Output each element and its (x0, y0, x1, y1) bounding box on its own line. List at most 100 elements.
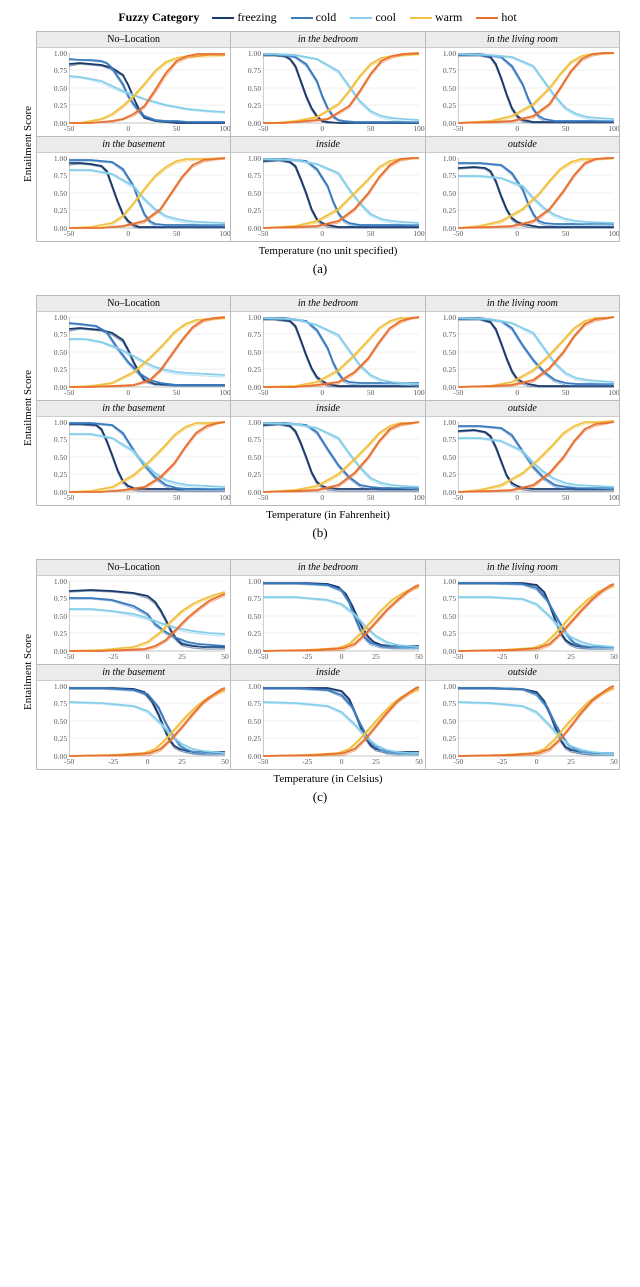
svg-text:0.25: 0.25 (443, 366, 457, 374)
svg-text:100: 100 (219, 125, 230, 133)
svg-text:50: 50 (367, 125, 375, 133)
panel-c-outside: outside 1.00 0.75 (426, 665, 620, 770)
panel-a-inside: inside 1.00 0.75 (231, 137, 425, 242)
svg-text:1.00: 1.00 (248, 50, 262, 58)
svg-text:1.00: 1.00 (54, 155, 68, 163)
panel-header-a-basement: in the basement (37, 137, 230, 153)
svg-text:0.25: 0.25 (54, 207, 68, 215)
svg-text:0.50: 0.50 (54, 613, 68, 621)
svg-text:50: 50 (416, 758, 424, 766)
svg-text:0: 0 (515, 389, 519, 397)
svg-text:-25: -25 (108, 653, 118, 661)
svg-text:1.00: 1.00 (443, 155, 457, 163)
legend-item-hot: hot (476, 10, 516, 25)
svg-text:0.50: 0.50 (248, 85, 262, 93)
svg-text:0.25: 0.25 (54, 366, 68, 374)
panel-header-c-basement: in the basement (37, 665, 230, 681)
legend-title: Fuzzy Category (118, 10, 199, 25)
svg-text:1.00: 1.00 (54, 50, 68, 58)
svg-text:50: 50 (173, 230, 181, 238)
svg-text:50: 50 (173, 125, 181, 133)
svg-text:100: 100 (414, 230, 425, 238)
svg-text:50: 50 (367, 230, 375, 238)
svg-text:0.75: 0.75 (248, 172, 262, 180)
svg-text:0: 0 (126, 125, 130, 133)
legend: Fuzzy Category freezing cold cool warm h… (20, 10, 620, 25)
svg-text:0.75: 0.75 (248, 331, 262, 339)
svg-text:0.75: 0.75 (248, 436, 262, 444)
svg-text:50: 50 (562, 125, 570, 133)
svg-text:0: 0 (515, 125, 519, 133)
svg-text:0: 0 (340, 758, 344, 766)
svg-text:0.50: 0.50 (54, 718, 68, 726)
svg-text:0.50: 0.50 (443, 613, 457, 621)
svg-text:-50: -50 (64, 230, 74, 238)
legend-item-freezing: freezing (212, 10, 276, 25)
panel-header-c-outside: outside (426, 665, 619, 681)
panel-c-basement: in the basement 1.00 (37, 665, 231, 770)
svg-text:0.75: 0.75 (54, 595, 68, 603)
svg-text:-50: -50 (259, 758, 269, 766)
panel-header-b-no-location: No–Location (37, 296, 230, 312)
panel-body-a-living-room: 1.00 0.75 0.50 0.25 0.00 -50 0 50 100 (426, 48, 619, 136)
svg-text:0.50: 0.50 (248, 454, 262, 462)
svg-text:0: 0 (126, 230, 130, 238)
svg-text:0: 0 (126, 494, 130, 502)
svg-text:1.00: 1.00 (248, 683, 262, 691)
svg-text:100: 100 (414, 494, 425, 502)
panel-a-outside: outside 1.00 0.75 (426, 137, 620, 242)
panel-a-bedroom: in the bedroom 1.00 0 (231, 32, 425, 137)
svg-text:0.50: 0.50 (248, 190, 262, 198)
svg-text:1.00: 1.00 (54, 419, 68, 427)
svg-text:1.00: 1.00 (248, 419, 262, 427)
panel-body-b-outside: 1.00 0.75 0.50 0.25 0.00 -50 0 50 100 (426, 417, 619, 505)
svg-text:0.25: 0.25 (443, 207, 457, 215)
panel-body-c-outside: 1.00 0.75 0.50 0.25 0.00 -50 -25 0 25 50 (426, 681, 619, 769)
panel-header-a-bedroom: in the bedroom (231, 32, 424, 48)
svg-text:-25: -25 (303, 653, 313, 661)
panel-c-no-location: No–Location 1.00 0.75 (37, 560, 231, 665)
svg-text:0.25: 0.25 (248, 471, 262, 479)
svg-text:50: 50 (610, 653, 618, 661)
svg-text:0: 0 (321, 125, 325, 133)
svg-text:0.50: 0.50 (443, 349, 457, 357)
panel-grid-b: No–Location 1.00 0.75 (36, 295, 620, 506)
panel-body-b-basement: 1.00 0.75 0.50 0.25 0.00 -50 0 50 100 (37, 417, 230, 505)
svg-text:50: 50 (367, 494, 375, 502)
svg-text:-25: -25 (303, 758, 313, 766)
panel-header-b-basement: in the basement (37, 401, 230, 417)
panel-body-a-basement: 1.00 0.75 0.50 0.25 0.00 -50 0 50 100 (37, 153, 230, 241)
panel-b-outside: outside 1.00 0.75 (426, 401, 620, 506)
svg-text:0.50: 0.50 (443, 190, 457, 198)
svg-text:25: 25 (373, 653, 381, 661)
panel-a-basement: in the basement 1.00 (37, 137, 231, 242)
svg-text:-50: -50 (259, 125, 269, 133)
svg-text:-50: -50 (259, 494, 269, 502)
svg-text:0.25: 0.25 (443, 735, 457, 743)
svg-text:0.75: 0.75 (443, 700, 457, 708)
panel-b-basement: in the basement 1.00 (37, 401, 231, 506)
svg-text:0: 0 (321, 494, 325, 502)
svg-text:0.75: 0.75 (54, 172, 68, 180)
svg-text:0: 0 (321, 389, 325, 397)
svg-text:50: 50 (173, 389, 181, 397)
section-label-a: (a) (20, 261, 620, 277)
panel-body-a-outside: 1.00 0.75 0.50 0.25 0.00 -50 0 50 100 (426, 153, 619, 241)
svg-text:0.25: 0.25 (248, 366, 262, 374)
panel-header-c-living-room: in the living room (426, 560, 619, 576)
svg-text:0.25: 0.25 (248, 735, 262, 743)
svg-text:-50: -50 (64, 125, 74, 133)
svg-text:50: 50 (416, 653, 424, 661)
svg-text:0.75: 0.75 (54, 436, 68, 444)
svg-text:1.00: 1.00 (443, 578, 457, 586)
y-axis-label-c: Entailment Score (20, 559, 36, 785)
svg-text:50: 50 (367, 389, 375, 397)
section-a: Entailment Score No–Location (20, 31, 620, 287)
page: Fuzzy Category freezing cold cool warm h… (0, 0, 640, 833)
svg-text:0.75: 0.75 (443, 67, 457, 75)
svg-text:1.00: 1.00 (54, 683, 68, 691)
svg-text:0.75: 0.75 (248, 67, 262, 75)
svg-text:0: 0 (534, 653, 538, 661)
svg-text:25: 25 (178, 653, 186, 661)
panel-header-a-inside: inside (231, 137, 424, 153)
